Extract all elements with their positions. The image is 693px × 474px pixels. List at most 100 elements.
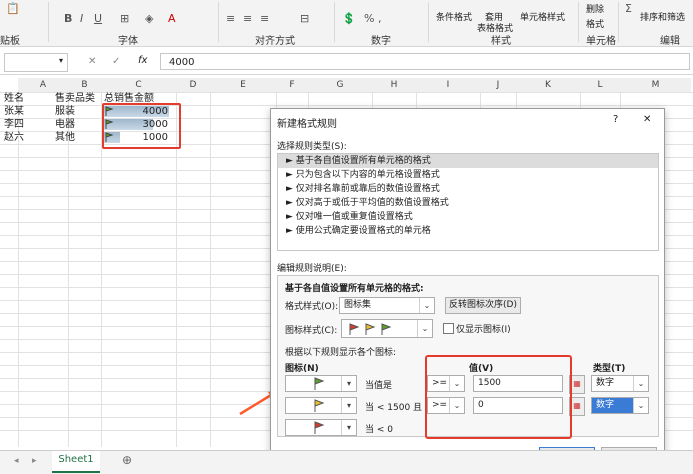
close-icon[interactable]: ✕ (643, 114, 651, 125)
table-cell[interactable]: 张某 (4, 105, 48, 118)
merge-icon[interactable]: ⊟ (300, 12, 309, 25)
chevron-down-icon: ▾ (341, 420, 356, 435)
rule-type-item[interactable]: ► 使用公式确定要设置格式的单元格 (278, 224, 658, 238)
rule-type-item[interactable]: ► 仅对唯一值或重复值设置格式 (278, 210, 658, 224)
rule-type-item[interactable]: ► 仅对高于或低于平均值的数值设置格式 (278, 196, 658, 210)
column-gridline (210, 92, 211, 447)
fill-color-icon[interactable]: ◈ (145, 12, 153, 25)
sheet-tab[interactable]: Sheet1 (52, 451, 100, 473)
font-color-icon[interactable]: A (168, 12, 176, 25)
column-header[interactable]: J (480, 78, 516, 93)
name-box[interactable]: ▾ (4, 53, 68, 72)
flag-icon (314, 377, 325, 390)
type-col-header: 类型(T) (593, 364, 626, 374)
show-icon-only-checkbox[interactable] (443, 323, 454, 334)
highlight-box (102, 103, 181, 149)
table-cell[interactable]: 赵六 (4, 131, 48, 144)
align-left-icon[interactable]: ≡ (226, 12, 235, 25)
column-header[interactable]: I (416, 78, 480, 93)
sheet-tab-bar: ◂ ▸ Sheet1 ⊕ (0, 450, 693, 474)
table-cell[interactable]: 电器 (55, 118, 101, 131)
group-alignment: 对齐方式 (255, 36, 295, 47)
column-header[interactable]: D (176, 78, 210, 93)
table-cell[interactable]: 李四 (4, 118, 48, 131)
reverse-icon-order-button[interactable]: 反转图标次序(D) (445, 297, 521, 314)
column-header[interactable]: H (372, 78, 416, 93)
percent-icon[interactable]: % (364, 12, 374, 25)
bold-icon[interactable]: B (64, 12, 72, 25)
rule-type-item[interactable]: ► 基于各自值设置所有单元格的格式 (278, 154, 658, 168)
column-header[interactable]: L (580, 78, 620, 93)
column-header[interactable]: F (276, 78, 308, 93)
group-editing: 编辑 (660, 36, 680, 47)
rule-type-item[interactable]: ► 仅对排名靠前或靠后的数值设置格式 (278, 182, 658, 196)
name-box-dropdown-icon[interactable]: ▾ (59, 56, 63, 65)
italic-icon[interactable]: I (80, 12, 83, 25)
flags-icon (349, 323, 392, 335)
ribbon: 📋 贴板 B I U ⊞ ◈ A 字体 ≡ ≡ ≡ ⊟ 对齐方式 💲 % , 数… (0, 0, 693, 47)
insert-function-icon[interactable]: fx (138, 55, 147, 66)
value-highlight-box (425, 355, 572, 439)
help-icon[interactable]: ? (613, 114, 618, 125)
table-cell[interactable]: 售卖品类 (55, 92, 101, 105)
column-header[interactable]: A (18, 78, 68, 93)
add-sheet-icon[interactable]: ⊕ (122, 453, 132, 467)
flag-icon (314, 399, 325, 412)
icon-style-label: 图标样式(C): (285, 326, 338, 336)
column-header[interactable]: M (620, 78, 691, 93)
type-select[interactable]: 数字 ⌄ (591, 397, 649, 414)
icon-style-select[interactable]: ⌄ (341, 319, 433, 338)
rule-condition-label: 当值是 (365, 381, 393, 391)
column-header[interactable]: G (308, 78, 372, 93)
column-header[interactable]: E (210, 78, 276, 93)
formula-input[interactable]: 4000 (160, 53, 690, 70)
rule-condition-label: 当 < 1500 且 (365, 403, 423, 413)
border-icon[interactable]: ⊞ (120, 12, 129, 25)
group-font: 字体 (118, 36, 138, 47)
display-rule-label: 根据以下规则显示各个图标: (285, 348, 397, 358)
currency-icon[interactable]: 💲 (342, 12, 356, 25)
flag-icon (314, 421, 325, 434)
based-on-label: 基于各自值设置所有单元格的格式: (285, 284, 424, 294)
group-cells: 单元格 (586, 36, 616, 47)
type-select[interactable]: 数字 ⌄ (591, 375, 649, 392)
table-cell[interactable]: 其他 (55, 131, 101, 144)
cell-style-button[interactable]: 单元格样式 (520, 10, 565, 23)
rule-type-item[interactable]: ► 只为包含以下内容的单元格设置格式 (278, 168, 658, 182)
cancel-entry-icon[interactable]: ✕ (88, 56, 96, 67)
comma-icon[interactable]: , (378, 12, 382, 25)
dialog-title: 新建格式规则 (277, 119, 337, 130)
chevron-down-icon: ⌄ (633, 376, 648, 391)
chevron-down-icon: ⌄ (633, 398, 648, 413)
format-style-select[interactable]: 图标集 ⌄ (339, 297, 435, 314)
sum-icon[interactable]: Σ (625, 2, 632, 15)
align-right-icon[interactable]: ≡ (260, 12, 269, 25)
group-styles: 样式 (491, 36, 511, 47)
table-cell[interactable]: 姓名 (4, 92, 48, 105)
sort-filter-button[interactable]: 排序和筛选 (640, 10, 685, 23)
table-cell[interactable]: 服装 (55, 105, 101, 118)
icon-select[interactable]: ▾ (285, 375, 357, 392)
conditional-format-button[interactable]: 条件格式 (436, 10, 472, 23)
underline-icon[interactable]: U (94, 12, 102, 25)
new-format-rule-dialog: 新建格式规则 ? ✕ 选择规则类型(S): ► 基于各自值设置所有单元格的格式 … (270, 108, 665, 472)
icon-select[interactable]: ▾ (285, 397, 357, 414)
format-cell-button[interactable]: 格式 (586, 17, 604, 30)
prev-sheet-icon[interactable]: ◂ (14, 456, 19, 466)
show-icon-only-label: 仅显示图标(I) (456, 325, 511, 335)
column-header[interactable]: B (68, 78, 101, 93)
next-sheet-icon[interactable]: ▸ (32, 456, 37, 466)
column-header[interactable]: C (101, 78, 176, 93)
column-gridline (68, 92, 69, 447)
chevron-down-icon: ⌄ (417, 320, 432, 337)
paste-icon[interactable]: 📋 (6, 2, 20, 15)
align-center-icon[interactable]: ≡ (243, 12, 252, 25)
column-header[interactable]: K (516, 78, 580, 93)
chevron-down-icon: ▾ (341, 376, 356, 391)
icon-col-header: 图标(N) (285, 364, 319, 374)
icon-select[interactable]: ▾ (285, 419, 357, 436)
confirm-entry-icon[interactable]: ✓ (112, 56, 120, 67)
group-number: 数字 (371, 36, 391, 47)
delete-cell-button[interactable]: 删除 (586, 2, 604, 15)
chevron-down-icon: ▾ (341, 398, 356, 413)
